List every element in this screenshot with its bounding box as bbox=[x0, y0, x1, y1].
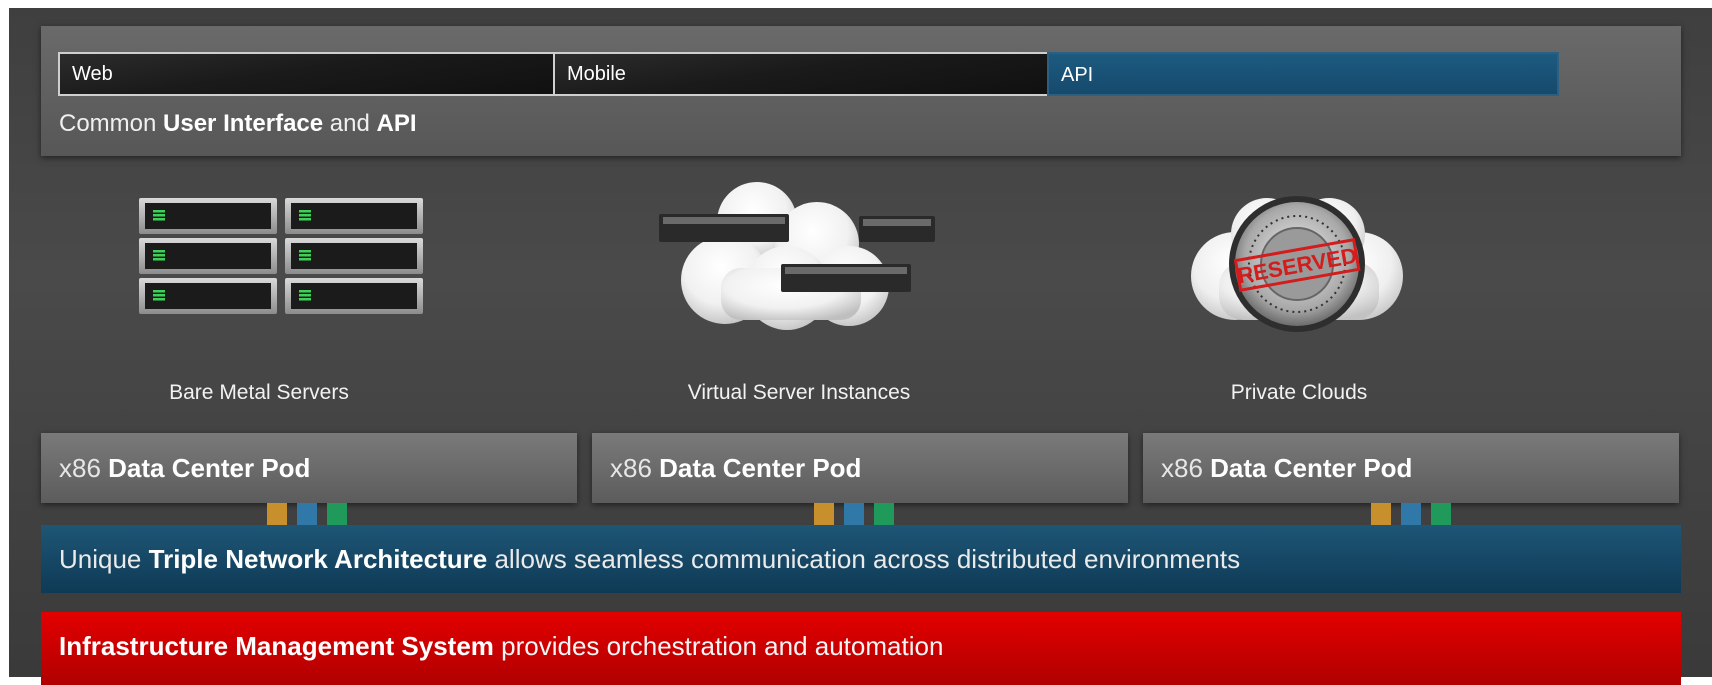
service-bare-metal: Bare Metal Servers bbox=[9, 178, 569, 418]
server-unit bbox=[139, 238, 277, 274]
data-center-pod-1: x86 Data Center Pod bbox=[41, 433, 577, 503]
private-clouds-label: Private Clouds bbox=[1230, 381, 1368, 404]
cable-blue bbox=[1401, 503, 1421, 525]
pod-arch: x86 bbox=[59, 453, 101, 483]
web-box: Web bbox=[58, 52, 570, 96]
service-virtual-servers: Virtual Server Instances bbox=[519, 178, 1079, 418]
virtual-servers-label: Virtual Server Instances bbox=[687, 381, 911, 404]
pod-title: Data Center Pod bbox=[1210, 453, 1413, 483]
cloud-servers-icon bbox=[659, 182, 935, 330]
bare-metal-label: Bare Metal Servers bbox=[169, 381, 349, 404]
virtual-server-unit bbox=[781, 264, 911, 292]
service-private-clouds: RESERVED Private Clouds bbox=[1009, 178, 1569, 418]
network-title: Triple Network Architecture bbox=[148, 544, 488, 574]
caption-mid: and bbox=[329, 110, 370, 137]
pod-arch: x86 bbox=[1161, 453, 1203, 483]
network-cables bbox=[267, 503, 351, 525]
network-prefix: Unique bbox=[59, 544, 142, 574]
virtual-server-unit bbox=[859, 216, 935, 242]
network-cables bbox=[814, 503, 898, 525]
cable-orange bbox=[267, 503, 287, 525]
cable-blue bbox=[297, 503, 317, 525]
ims-title: Infrastructure Management System bbox=[59, 631, 494, 661]
data-center-pod-2: x86 Data Center Pod bbox=[592, 433, 1128, 503]
caption-bold-1: User Interface bbox=[163, 110, 324, 137]
network-description: allows seamless communication across dis… bbox=[494, 544, 1241, 574]
ui-layer-panel: Web Mobile API Common User Interface and… bbox=[41, 26, 1681, 156]
data-center-pod-3: x86 Data Center Pod bbox=[1143, 433, 1679, 503]
pod-title: Data Center Pod bbox=[108, 453, 311, 483]
cable-green bbox=[874, 503, 894, 525]
mobile-box: Mobile bbox=[553, 52, 1065, 96]
virtual-server-unit bbox=[659, 214, 789, 242]
caption-bold-2: API bbox=[376, 110, 417, 137]
caption-prefix: Common bbox=[59, 110, 157, 137]
ui-layer-caption: Common User Interface and API bbox=[59, 110, 417, 138]
cable-orange bbox=[814, 503, 834, 525]
server-rack-icon bbox=[139, 198, 423, 314]
server-unit bbox=[139, 198, 277, 234]
triple-network-bar: Unique Triple Network Architecture allow… bbox=[41, 525, 1681, 593]
server-unit bbox=[285, 238, 423, 274]
cable-orange bbox=[1371, 503, 1391, 525]
cable-green bbox=[1431, 503, 1451, 525]
cloud-shape bbox=[681, 182, 889, 330]
cable-blue bbox=[844, 503, 864, 525]
server-unit bbox=[139, 278, 277, 314]
infrastructure-management-bar: Infrastructure Management System provide… bbox=[41, 612, 1681, 685]
pod-title: Data Center Pod bbox=[659, 453, 862, 483]
pod-arch: x86 bbox=[610, 453, 652, 483]
api-box: API bbox=[1047, 52, 1559, 96]
server-unit bbox=[285, 198, 423, 234]
cable-green bbox=[327, 503, 347, 525]
diagram-frame: Web Mobile API Common User Interface and… bbox=[9, 8, 1712, 685]
server-unit bbox=[285, 278, 423, 314]
cloud-vault-icon: RESERVED bbox=[1191, 196, 1403, 332]
ims-description: provides orchestration and automation bbox=[501, 631, 944, 661]
network-cables bbox=[1371, 503, 1455, 525]
